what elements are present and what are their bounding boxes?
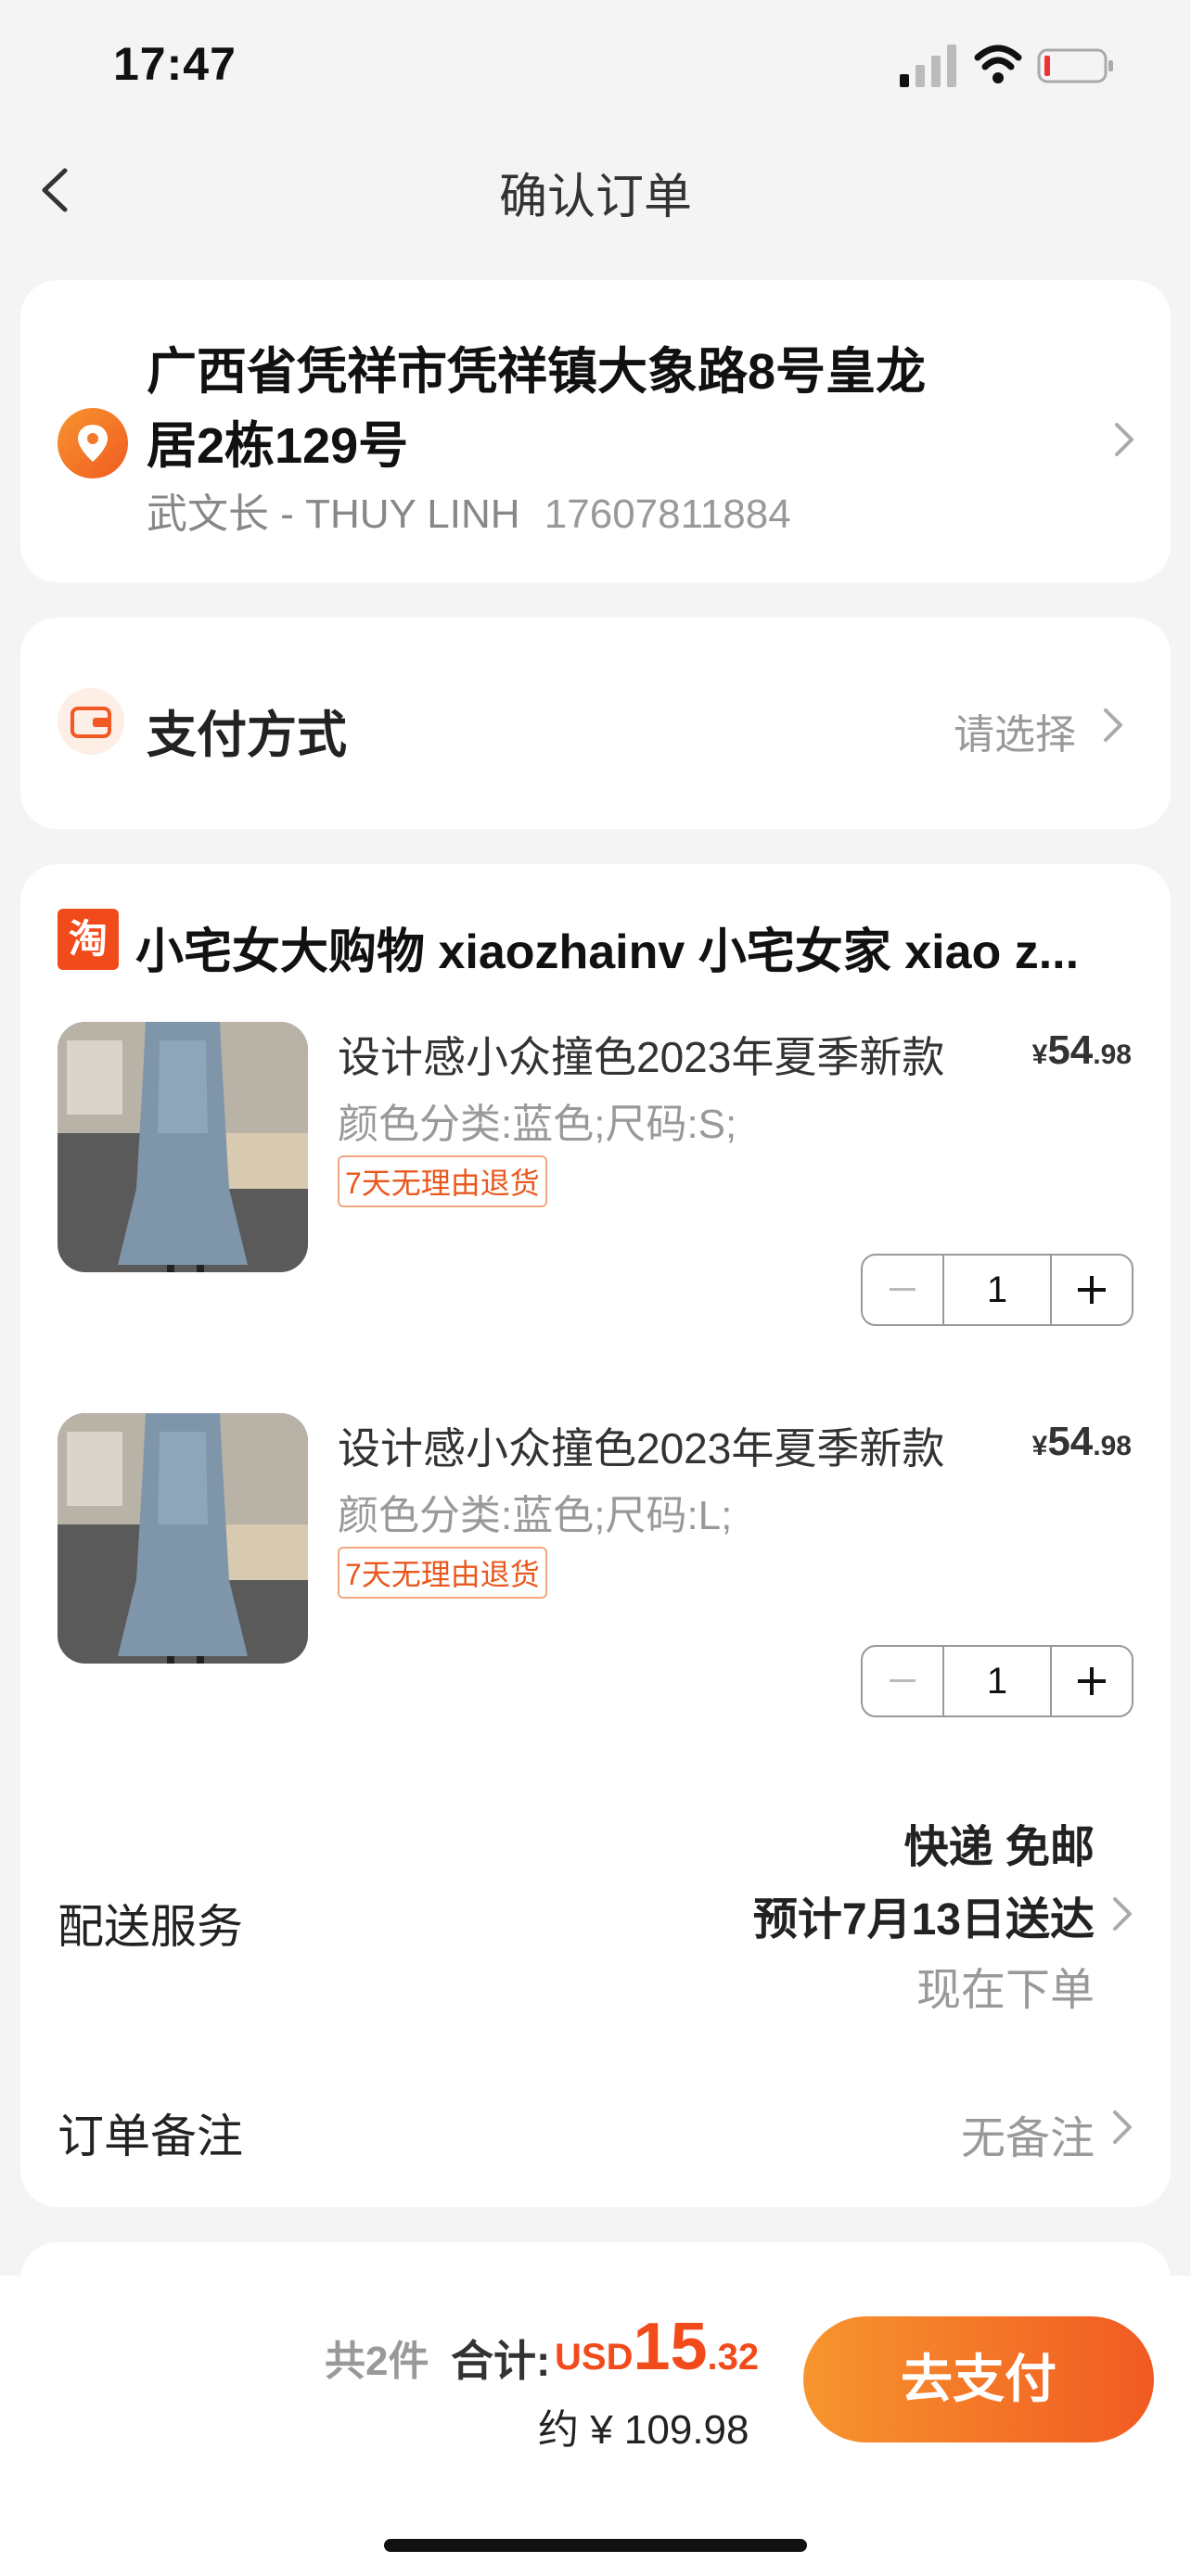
delivery-chevron-right-icon [1113, 1897, 1132, 1931]
taobao-shop-badge: 淘 [58, 909, 119, 970]
delivery-service-label: 配送服务 [58, 1901, 243, 1953]
delivery-note: 现在下单 [916, 1966, 1095, 2015]
plus-icon [1078, 1276, 1106, 1304]
product-title[interactable]: 设计感小众撞色2023年夏季新款 [338, 1024, 987, 1085]
quantity-stepper: 1 [861, 1254, 1133, 1326]
item-count: 共2件 [325, 2339, 429, 2384]
delivery-method[interactable]: 快递 免邮 [904, 1810, 1095, 1875]
contact-name: 武文长 - THUY LINH [147, 491, 520, 537]
payment-method-label: 支付方式 [147, 708, 347, 763]
total-label: 合计: [451, 2337, 551, 2385]
location-pin-icon [58, 408, 128, 478]
address-chevron-right-icon [1115, 423, 1133, 456]
increase-button[interactable] [1052, 1647, 1132, 1715]
product-image[interactable] [58, 1022, 308, 1272]
payment-method-value: 请选择 [954, 712, 1076, 758]
total-amount: USD15.32 [555, 2310, 760, 2384]
wifi-icon [974, 45, 1022, 83]
approx-amount: 约 ¥ 109.98 [538, 2407, 749, 2453]
page-title: 确认订单 [498, 171, 692, 224]
cellular-signal-icon [900, 45, 956, 87]
decrease-button[interactable] [863, 1256, 942, 1324]
remark-chevron-right-icon [1113, 2111, 1132, 2144]
address-line-1: 广西省凭祥市凭祥镇大象路8号皇龙 [147, 344, 927, 400]
denim-skirt-image [58, 1022, 308, 1272]
product-sku[interactable]: 颜色分类:蓝色;尺码:S; [338, 1090, 736, 1150]
increase-button[interactable] [1052, 1256, 1132, 1324]
product-title[interactable]: 设计感小众撞色2023年夏季新款 [338, 1415, 987, 1476]
return-policy-badge: 7天无理由退货 [338, 1155, 547, 1207]
shop-name[interactable]: 小宅女大购物 xiaozhainv 小宅女家 xiao z... [135, 912, 1119, 982]
order-remark-value[interactable]: 无备注 [961, 2101, 1095, 2166]
home-indicator[interactable] [384, 2539, 807, 2552]
payment-chevron-right-icon [1104, 708, 1122, 742]
quantity-value[interactable]: 1 [942, 1256, 1052, 1324]
quantity-stepper: 1 [861, 1645, 1133, 1717]
product-image[interactable] [58, 1413, 308, 1664]
quantity-value[interactable]: 1 [942, 1647, 1052, 1715]
decrease-button[interactable] [863, 1647, 942, 1715]
contact-phone: 17607811884 [544, 491, 791, 537]
return-policy-badge: 7天无理由退货 [338, 1547, 547, 1599]
minus-icon [890, 1679, 916, 1682]
pay-button[interactable]: 去支付 [803, 2316, 1154, 2442]
denim-skirt-image [58, 1413, 308, 1664]
status-time: 17:47 [113, 38, 237, 90]
product-sku[interactable]: 颜色分类:蓝色;尺码:L; [338, 1482, 732, 1541]
product-price: ¥54.98 [1031, 1027, 1132, 1073]
address-line-2: 居2栋129号 [147, 418, 409, 474]
delivery-eta[interactable]: 预计7月13日送达 [753, 1882, 1095, 1947]
wallet-icon [58, 688, 124, 755]
battery-icon [1037, 48, 1113, 83]
minus-icon [890, 1288, 916, 1291]
order-remark-label: 订单备注 [58, 2111, 243, 2162]
address-contact: 武文长 - THUY LINH 17607811884 [147, 480, 791, 540]
product-price: ¥54.98 [1031, 1419, 1132, 1464]
plus-icon [1078, 1667, 1106, 1695]
